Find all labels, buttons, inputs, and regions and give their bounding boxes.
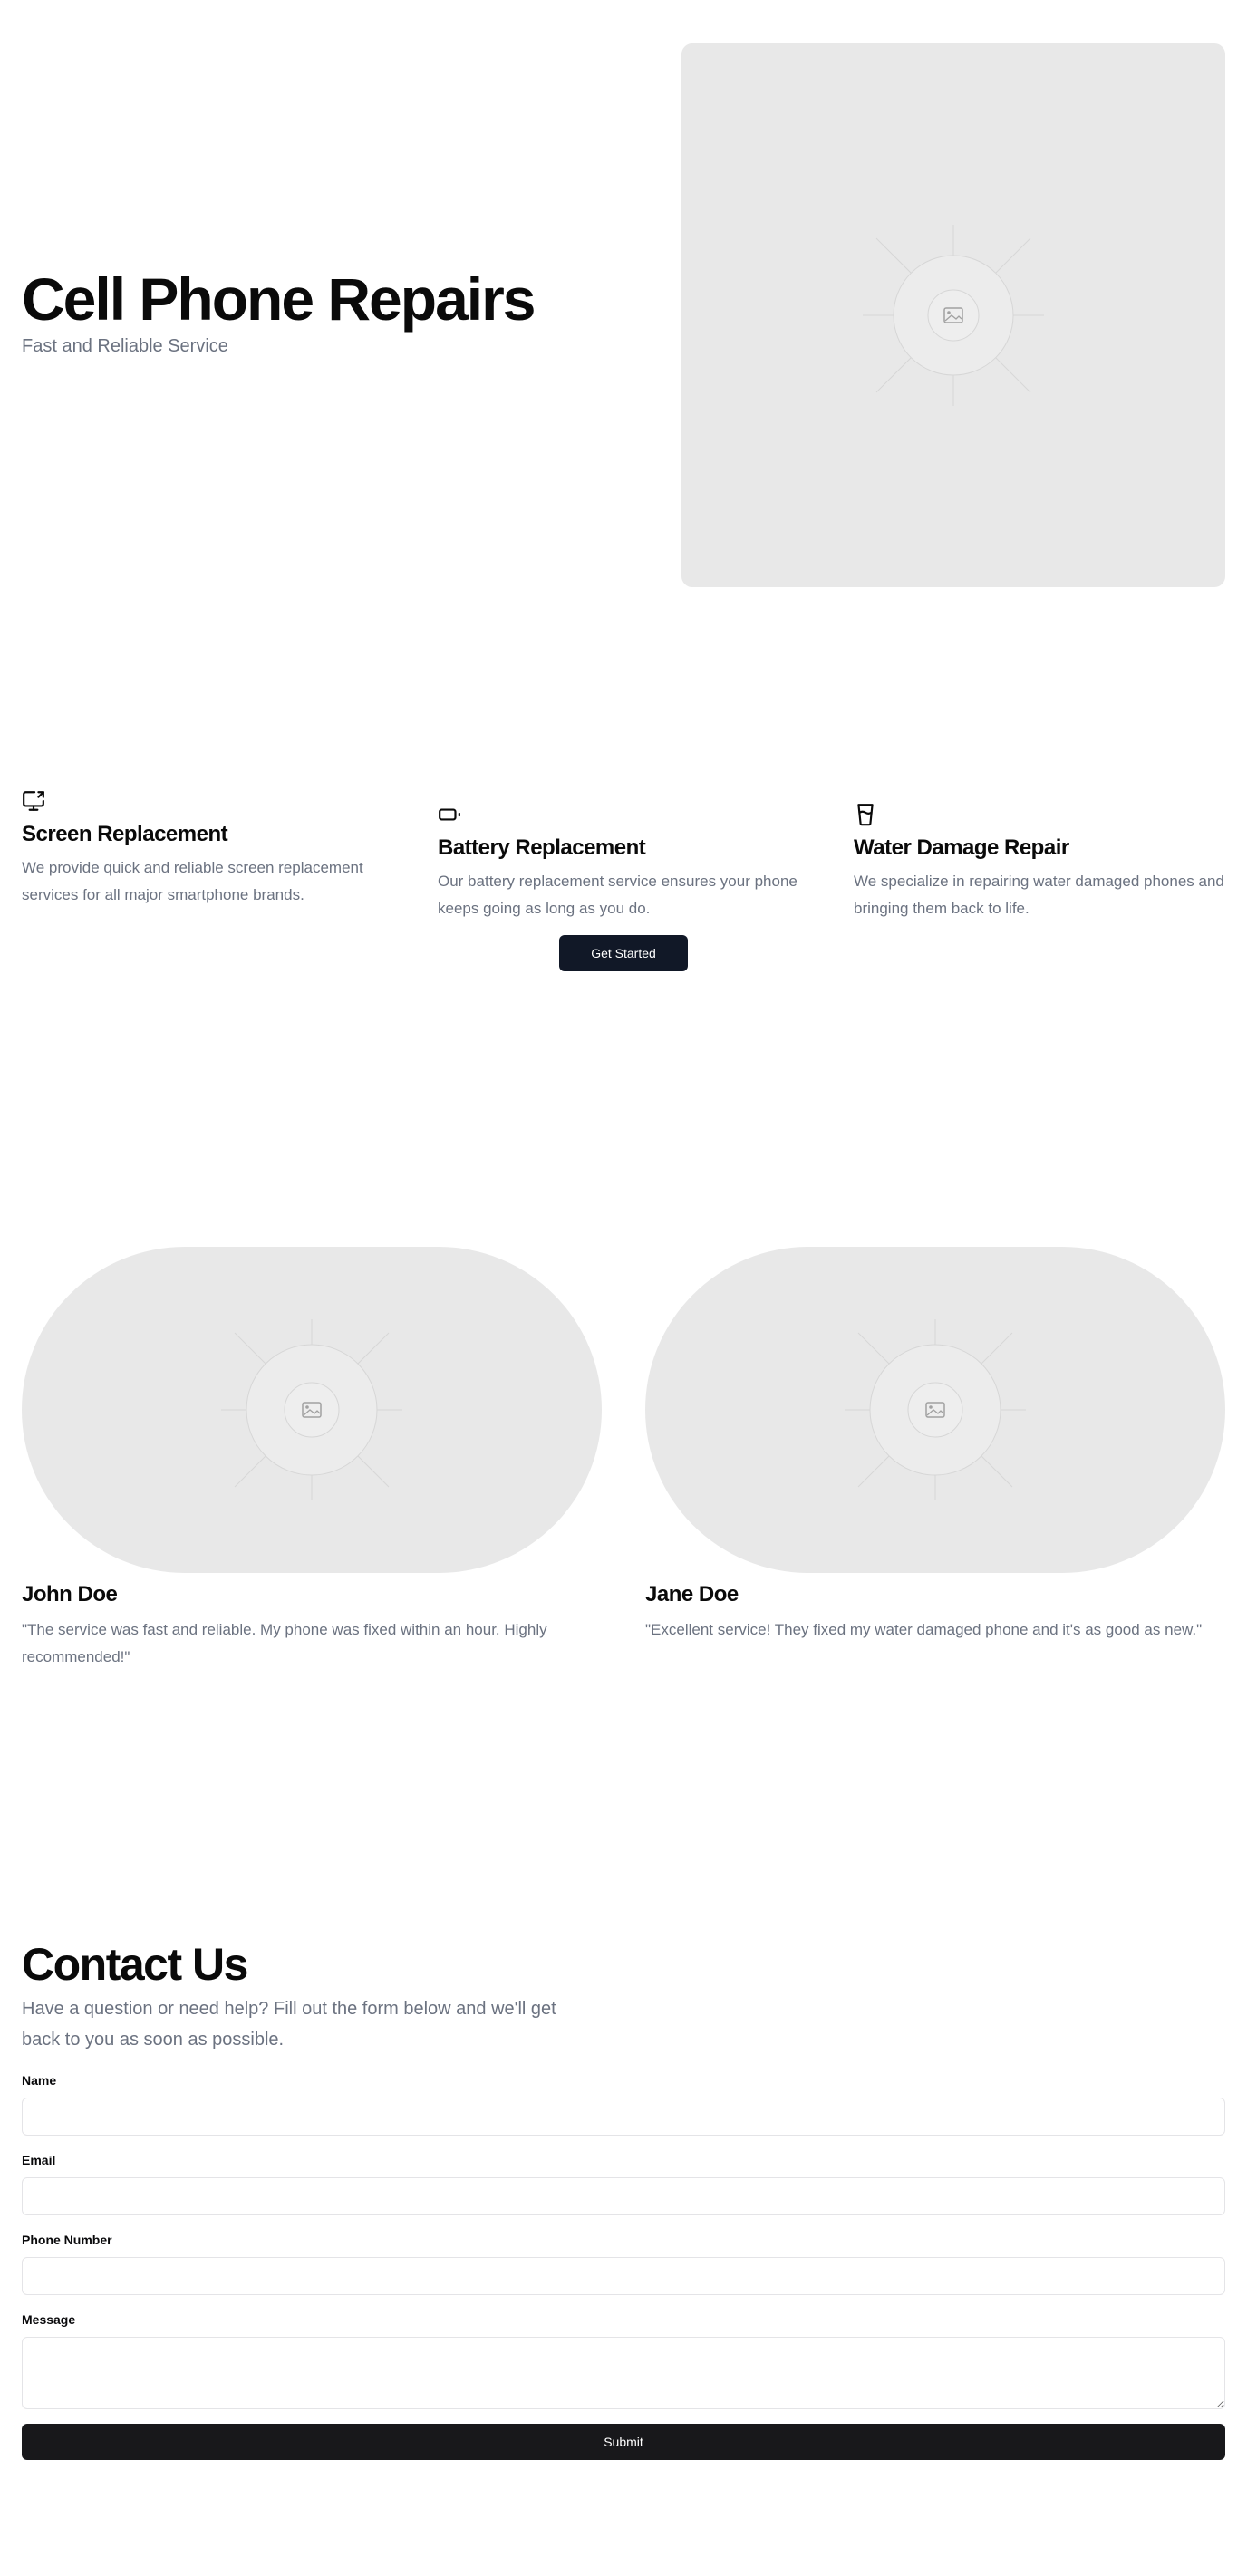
hero-image-placeholder bbox=[682, 43, 1225, 587]
battery-icon bbox=[439, 808, 460, 821]
hero-subtitle: Fast and Reliable Service bbox=[22, 336, 228, 356]
get-started-button[interactable]: Get Started bbox=[559, 935, 688, 971]
name-label: Name bbox=[22, 2073, 57, 2088]
feature-battery-replacement: Battery Replacement Our battery replacem… bbox=[438, 803, 818, 922]
feature-description: We provide quick and reliable screen rep… bbox=[22, 859, 363, 903]
testimonial-image-placeholder bbox=[22, 1247, 602, 1573]
feature-title: Screen Replacement bbox=[22, 822, 228, 846]
message-label: Message bbox=[22, 2312, 76, 2327]
testimonial-quote: "The service was fast and reliable. My p… bbox=[22, 1621, 547, 1665]
image-placeholder-icon bbox=[863, 225, 1044, 406]
page: Cell Phone Repairs Fast and Reliable Ser… bbox=[0, 0, 1247, 2576]
water-glass-icon bbox=[857, 804, 874, 826]
testimonial-quote: "Excellent service! They fixed my water … bbox=[645, 1621, 1203, 1638]
submit-button[interactable]: Submit bbox=[22, 2424, 1225, 2460]
testimonial-image-placeholder bbox=[645, 1247, 1225, 1573]
email-label: Email bbox=[22, 2153, 56, 2167]
feature-title: Water Damage Repair bbox=[854, 835, 1069, 860]
email-field[interactable] bbox=[22, 2177, 1225, 2215]
hero-title: Cell Phone Repairs bbox=[22, 265, 536, 333]
name-field[interactable] bbox=[22, 2098, 1225, 2136]
phone-number-label: Phone Number bbox=[22, 2233, 112, 2247]
contact-title: Contact Us bbox=[22, 1939, 248, 1990]
testimonial-name: John Doe bbox=[22, 1582, 118, 1606]
feature-description: Our battery replacement service ensures … bbox=[438, 873, 798, 917]
testimonial-name: Jane Doe bbox=[645, 1582, 739, 1606]
contact-subtitle: Have a question or need help? Fill out t… bbox=[22, 1999, 556, 2050]
phone-number-field[interactable] bbox=[22, 2257, 1225, 2295]
feature-title: Battery Replacement bbox=[438, 835, 646, 860]
feature-screen-replacement: Screen Replacement We provide quick and … bbox=[22, 789, 402, 909]
monitor-share-icon bbox=[23, 791, 44, 811]
feature-water-damage-repair: Water Damage Repair We specialize in rep… bbox=[854, 803, 1234, 922]
image-placeholder-icon bbox=[221, 1319, 402, 1500]
image-placeholder-icon bbox=[845, 1319, 1026, 1500]
feature-description: We specialize in repairing water damaged… bbox=[854, 873, 1224, 917]
message-field[interactable] bbox=[22, 2337, 1225, 2409]
